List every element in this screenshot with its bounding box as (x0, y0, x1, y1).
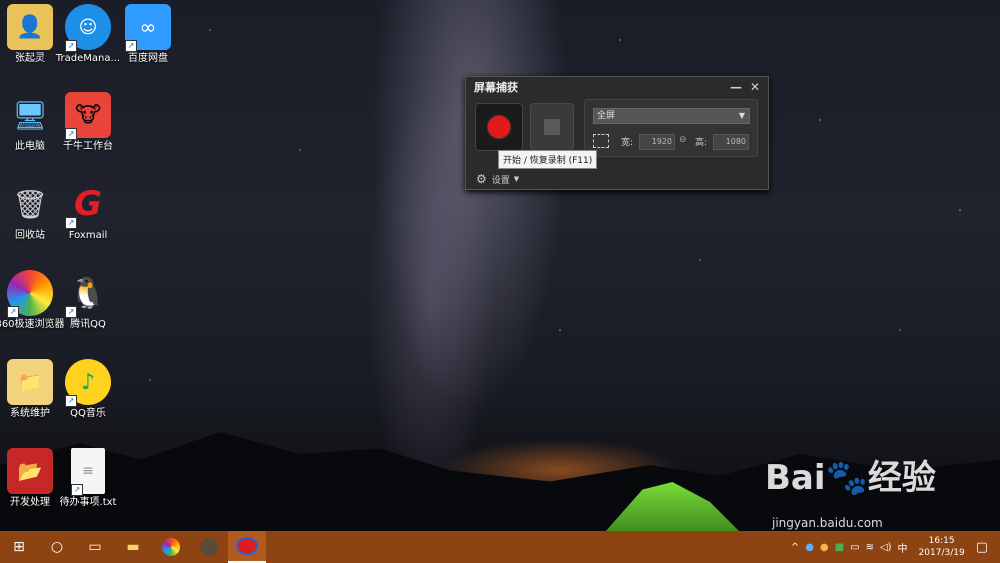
chevron-down-icon: ▼ (513, 175, 520, 183)
windows-icon: ⊞ (13, 539, 25, 555)
task-view-button[interactable]: ▭ (76, 531, 114, 563)
shortcut-arrow-icon: ↗ (125, 40, 137, 52)
width-input[interactable]: 1920 (639, 134, 675, 150)
desktop-icon-qq-music[interactable]: ♪ ↗ QQ音乐 (48, 359, 128, 420)
capture-settings-panel: 全屏 ▼ 宽: 1920 ⊖ 高: 1080 (584, 99, 758, 157)
desktop-icon-baidu-netdisk[interactable]: ∞ ↗ 百度网盘 (108, 4, 188, 65)
screen-capture-window: 屏幕捕获 — ✕ 全屏 ▼ 宽: 1920 ⊖ 高: 1080 ⚙ 设置 ▼ (465, 76, 769, 190)
task-view-icon: ▭ (88, 539, 102, 555)
icon-label: 百度网盘 (128, 53, 168, 64)
record-icon (488, 116, 510, 138)
tray-app-icon[interactable]: ● (805, 542, 814, 553)
desktop-icon-foxmail[interactable]: G ↗ Foxmail (48, 181, 128, 242)
width-label: 宽: (621, 138, 634, 148)
shortcut-arrow-icon: ↗ (65, 128, 77, 140)
stars-background (0, 0, 1000, 450)
tray-security-icon[interactable]: ■ (835, 542, 844, 553)
minimize-icon[interactable]: — (730, 80, 742, 94)
icon-label: QQ音乐 (70, 408, 106, 419)
start-button[interactable]: ⊞ (0, 531, 38, 563)
capture-mode-value: 全屏 (597, 111, 616, 121)
folder-icon: 📁 (7, 359, 53, 405)
shortcut-arrow-icon: ↗ (65, 217, 77, 229)
close-icon[interactable]: ✕ (750, 80, 760, 94)
recycle-bin-icon: 🗑 (12, 187, 48, 221)
height-input[interactable]: 1080 (713, 134, 749, 150)
text-file-icon: ≡ ↗ (71, 448, 105, 496)
volume-icon[interactable]: ◁) (880, 542, 892, 553)
icon-label: 腾讯QQ (70, 319, 106, 330)
icon-label: 待办事项.txt (59, 497, 117, 508)
wifi-icon[interactable]: ≋ (866, 542, 874, 553)
settings-dropdown[interactable]: ⚙ 设置 ▼ (466, 169, 778, 189)
taskbar-file-explorer[interactable]: ▬ (114, 531, 152, 563)
desktop-icon-todo-txt[interactable]: ≡ ↗ 待办事项.txt (48, 448, 128, 509)
shortcut-arrow-icon: ↗ (65, 395, 77, 407)
ime-indicator[interactable]: 中 (898, 540, 908, 555)
capture-mode-select[interactable]: 全屏 ▼ (593, 108, 750, 124)
360-browser-icon: ↗ (7, 270, 53, 318)
icon-label: 千牛工作台 (63, 141, 113, 152)
qq-icon: 🐧 ↗ (65, 270, 111, 318)
shortcut-arrow-icon: ↗ (65, 306, 77, 318)
baidu-netdisk-icon: ∞ ↗ (125, 4, 171, 52)
clock[interactable]: 16:15 2017/3/19 (919, 535, 965, 559)
taskbar-game-app[interactable] (190, 531, 228, 563)
region-select-icon[interactable] (593, 134, 609, 148)
record-tooltip: 开始 / 恢复录制 (F11) (498, 150, 598, 169)
capture-titlebar[interactable]: 屏幕捕获 — ✕ (466, 77, 768, 97)
screen-recorder-icon (236, 537, 258, 555)
folder-user-icon: 👤 (7, 4, 53, 50)
foxmail-icon: G ↗ (65, 181, 111, 229)
cortana-icon: ○ (50, 539, 64, 555)
search-button[interactable]: ○ (38, 531, 76, 563)
shortcut-arrow-icon: ↗ (7, 306, 19, 318)
stop-icon (544, 119, 560, 135)
desktop-icon-qianniu[interactable]: 🐮 ↗ 千牛工作台 (48, 92, 128, 153)
chevron-down-icon: ▼ (738, 111, 745, 120)
gear-icon: ⚙ (476, 172, 487, 186)
battery-icon[interactable]: ▭ (850, 542, 859, 553)
record-button[interactable] (475, 103, 523, 151)
system-tray: ^ ● ● ■ ▭ ≋ ◁) 中 16:15 2017/3/19 ▢ (788, 531, 1000, 563)
shortcut-arrow-icon: ↗ (65, 40, 77, 52)
computer-icon: 🖥 (12, 98, 48, 132)
desktop-icon-qq[interactable]: 🐧 ↗ 腾讯QQ (48, 270, 128, 331)
trademanager-icon: ☺ ↗ (65, 4, 111, 52)
game-app-icon (200, 538, 218, 556)
settings-label: 设置 (491, 175, 510, 186)
baidu-jingyan-url: jingyan.baidu.com (772, 516, 883, 530)
qq-music-icon: ♪ ↗ (65, 359, 111, 407)
tray-qianniu-icon[interactable]: ● (820, 542, 829, 553)
taskbar: ⊞ ○ ▭ ▬ ^ ● ● ■ ▭ ≋ ◁) 中 16:15 2017/3/19… (0, 531, 1000, 563)
taskbar-360-browser[interactable] (152, 531, 190, 563)
notification-icon[interactable]: ▢ (976, 540, 988, 555)
stop-button[interactable] (530, 103, 574, 151)
shortcut-arrow-icon: ↗ (71, 484, 83, 496)
qianniu-icon: 🐮 ↗ (65, 92, 111, 140)
capture-title: 屏幕捕获 (474, 81, 518, 94)
height-label: 高: (695, 138, 708, 148)
chevron-up-icon[interactable]: ^ (791, 542, 799, 553)
clock-time: 16:15 (928, 536, 955, 546)
clock-date: 2017/3/19 (918, 548, 965, 558)
360-browser-icon (162, 538, 180, 556)
baidu-jingyan-watermark: Bai🐾经验 (765, 458, 936, 498)
folder-red-icon: 📂 (7, 448, 53, 494)
icon-label: Foxmail (68, 230, 108, 241)
desktop-wallpaper: 👤 张起灵 ☺ ↗ TradeMana... ∞ ↗ 百度网盘 🖥 此电脑 🐮 ↗ 千… (0, 0, 1000, 531)
file-explorer-icon: ▬ (126, 539, 140, 555)
taskbar-screen-recorder[interactable] (228, 531, 266, 563)
link-icon[interactable]: ⊖ (679, 135, 687, 145)
